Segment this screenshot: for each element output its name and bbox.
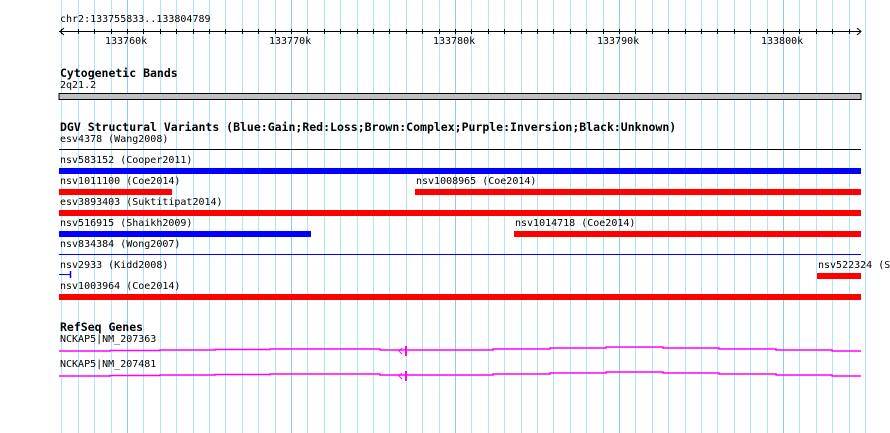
dgv-feature[interactable] xyxy=(59,231,311,237)
dgv-feature-bar xyxy=(514,231,861,237)
dgv-feature-bar xyxy=(415,189,861,195)
dgv-feature-bar xyxy=(59,210,861,216)
dgv-feature-label[interactable]: nsv516915 (Shaikh2009) xyxy=(60,218,192,230)
transcript-exon xyxy=(405,371,407,381)
dgv-feature[interactable] xyxy=(415,189,861,195)
ruler-tick-label: 133800k xyxy=(761,36,804,47)
dgv-feature-bar xyxy=(59,294,861,300)
dgv-feature-label[interactable]: nsv583152 (Cooper2011) xyxy=(60,155,192,167)
dgv-feature-label[interactable]: nsv834384 (Wong2007) xyxy=(60,239,180,251)
transcript-label[interactable]: NCKAP5|NM_207363 xyxy=(60,334,156,346)
dgv-feature-bar xyxy=(59,231,311,237)
dgv-feature[interactable] xyxy=(59,271,72,278)
dgv-feature-bar xyxy=(59,189,172,195)
dgv-feature-label[interactable]: esv4378 (Wang2008) xyxy=(60,134,168,146)
transcript-intron-line xyxy=(59,371,861,377)
cytoband-label: 2q21.2 xyxy=(60,80,97,91)
dgv-feature-label[interactable]: nsv1008965 (Coe2014) xyxy=(416,176,536,188)
transcript-model[interactable] xyxy=(59,371,861,381)
transcript-model[interactable] xyxy=(59,346,861,356)
ruler-tick-label: 133790k xyxy=(597,36,640,47)
dgv-feature-bar xyxy=(59,168,861,174)
genome-browser-view: chr2:133755833..133804789 Cytogenetic Ba… xyxy=(0,0,890,433)
ruler-tick-label: 133770k xyxy=(269,36,312,47)
refseq-track-title[interactable]: RefSeq Genes xyxy=(60,321,143,334)
dgv-feature[interactable] xyxy=(817,273,861,279)
ruler-tick-label: 133760k xyxy=(105,36,148,47)
dgv-feature-label[interactable]: nsv1003964 (Coe2014) xyxy=(60,281,180,293)
dgv-feature[interactable] xyxy=(59,168,861,174)
dgv-feature[interactable] xyxy=(59,294,861,300)
cytoband-track-title[interactable]: Cytogenetic Bands xyxy=(60,67,178,80)
dgv-feature-label[interactable]: esv3893403 (Suktitipat2014) xyxy=(60,197,223,209)
transcript-exon xyxy=(405,346,407,356)
dgv-feature-label[interactable]: nsv2933 (Kidd2008) xyxy=(60,260,168,272)
dgv-feature[interactable] xyxy=(59,210,861,216)
ruler-location: chr2:133755833..133804789 xyxy=(60,14,211,25)
dgv-track-title[interactable]: DGV Structural Variants (Blue:Gain;Red:L… xyxy=(60,121,676,134)
transcript-intron-line xyxy=(59,346,861,352)
dgv-feature-label[interactable]: nsv1011100 (Coe2014) xyxy=(60,176,180,188)
strand-arrow-icon xyxy=(398,347,403,355)
transcript-label[interactable]: NCKAP5|NM_207481 xyxy=(60,359,156,371)
dgv-feature-label[interactable]: nsv522324 (Shaikh2009) xyxy=(818,260,890,272)
strand-arrow-icon xyxy=(398,372,403,380)
dgv-feature[interactable] xyxy=(514,231,861,237)
ruler-tick-label: 133780k xyxy=(433,36,476,47)
cytoband-2q21-2 xyxy=(58,93,862,100)
dgv-feature[interactable] xyxy=(59,189,172,195)
dgv-feature-bar xyxy=(817,273,861,279)
dgv-feature-label[interactable]: nsv1014718 (Coe2014) xyxy=(515,218,635,230)
